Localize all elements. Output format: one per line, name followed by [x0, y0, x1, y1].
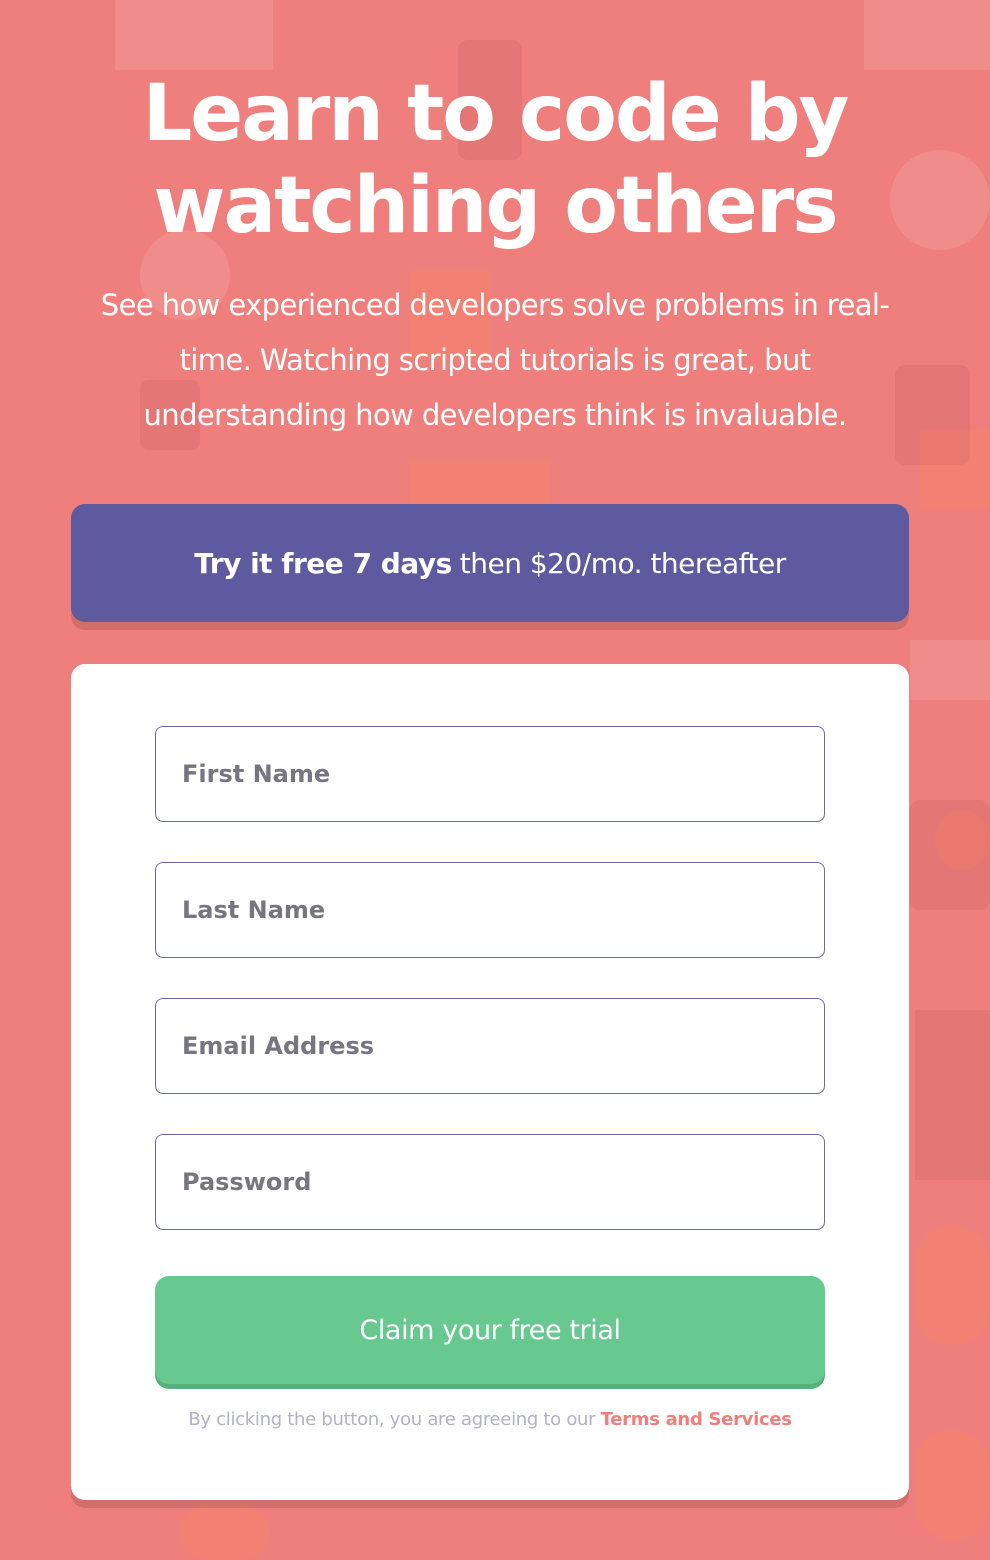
email-field[interactable] [155, 998, 825, 1094]
terms-prefix-text: By clicking the button, you are agreeing… [188, 1409, 596, 1430]
terms-link[interactable]: Terms and Services [601, 1409, 792, 1430]
signup-form: Claim your free trial By clicking the bu… [71, 664, 909, 1500]
terms-notice: By clicking the button, you are agreeing… [71, 1409, 909, 1430]
first-name-field[interactable] [155, 726, 825, 822]
hero-section: Learn to code by watching others See how… [0, 68, 990, 443]
password-field[interactable] [155, 1134, 825, 1230]
last-name-field[interactable] [155, 862, 825, 958]
offer-price-text: then $20/mo. thereafter [459, 546, 787, 580]
claim-trial-button[interactable]: Claim your free trial [155, 1276, 825, 1384]
offer-highlight: Try it free 7 days [194, 546, 452, 580]
offer-banner: Try it free 7 days then $20/mo. thereaft… [71, 504, 909, 622]
hero-description: See how experienced developers solve pro… [100, 288, 890, 432]
page-title: Learn to code by watching others [142, 69, 850, 251]
